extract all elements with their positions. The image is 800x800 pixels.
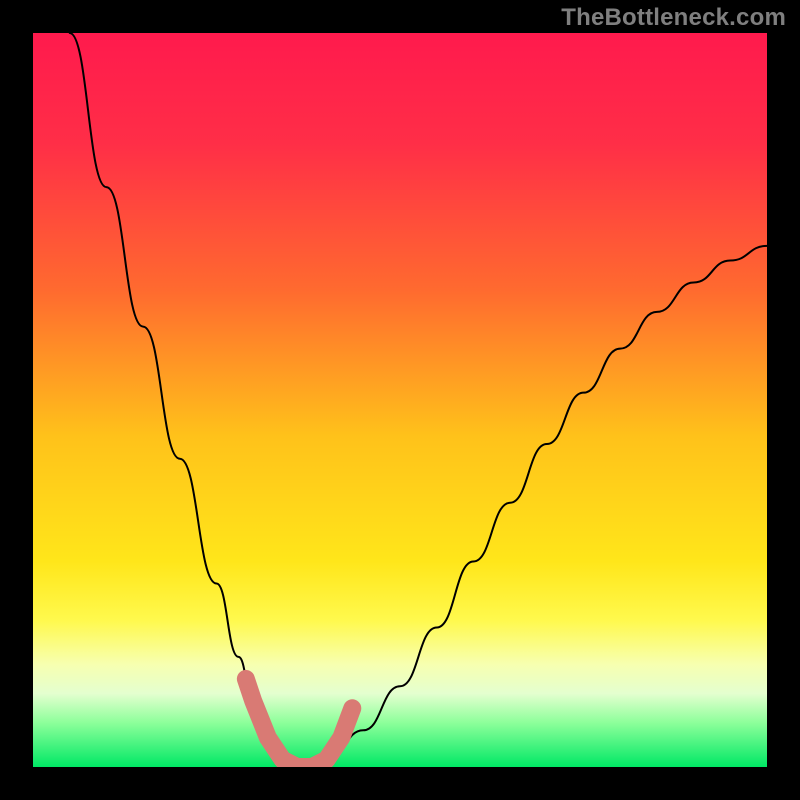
watermark-text: TheBottleneck.com	[561, 4, 786, 32]
chart-svg	[33, 33, 767, 767]
chart-frame: TheBottleneck.com	[0, 0, 800, 800]
plot-area	[33, 33, 767, 767]
gradient-background	[33, 33, 767, 767]
